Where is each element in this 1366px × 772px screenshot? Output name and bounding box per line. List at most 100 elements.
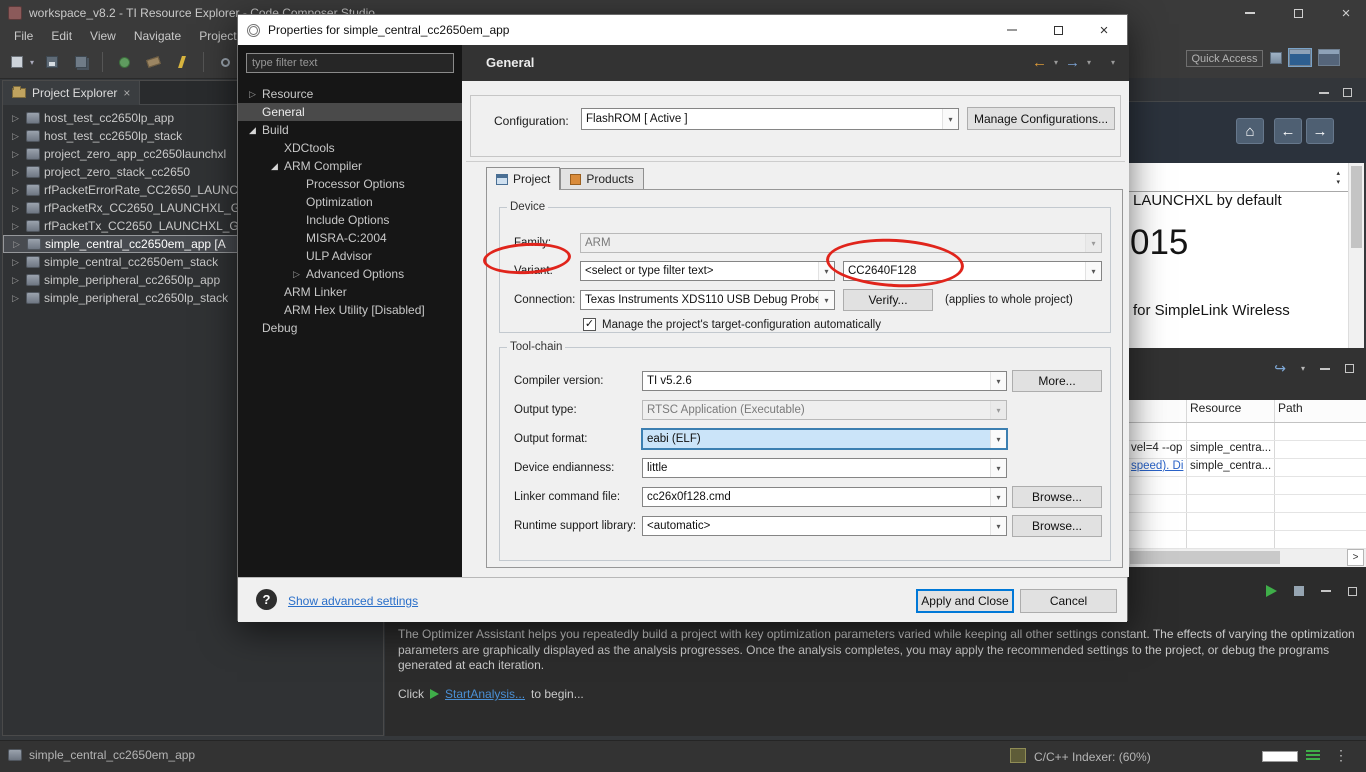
search-button[interactable] [214, 51, 236, 73]
compiler-version-button[interactable]: More... [1012, 370, 1102, 392]
nav-back-button[interactable]: ← [1274, 118, 1302, 144]
output-type-combo[interactable]: RTSC Application (Executable) ▾ [642, 400, 1007, 420]
variant-filter-combo[interactable]: <select or type filter text> ▾ [580, 261, 835, 281]
chevron-right-icon[interactable]: ▷ [9, 149, 22, 160]
menu-edit[interactable]: Edit [43, 28, 80, 44]
view-maximize-icon[interactable] [1345, 364, 1354, 373]
dialog-close-button[interactable]: × [1081, 15, 1127, 45]
window-minimize-button[interactable] [1232, 0, 1268, 26]
dialog-tree-item[interactable]: ARM Hex Utility [Disabled] [238, 301, 462, 319]
tab-project[interactable]: Project [486, 167, 561, 190]
back-icon[interactable]: ← [1032, 54, 1047, 71]
manage-configurations-button[interactable]: Manage Configurations... [967, 107, 1115, 130]
back-history-dropdown-icon[interactable]: ▾ [1054, 58, 1058, 67]
forward-icon[interactable]: → [1065, 54, 1080, 71]
view-menu-icon[interactable]: ▾ [1111, 58, 1115, 67]
runtime-support-library-button[interactable]: Browse... [1012, 515, 1102, 537]
export-icon[interactable]: ↪ [1274, 360, 1286, 377]
spinner-icon[interactable]: ▴ ▾ [1336, 169, 1340, 187]
cancel-button[interactable]: Cancel [1020, 589, 1117, 613]
scrollbar-thumb[interactable] [1130, 551, 1280, 564]
menu-navigate[interactable]: Navigate [126, 28, 189, 44]
stop-icon[interactable] [1294, 586, 1304, 596]
apply-and-close-button[interactable]: Apply and Close [916, 589, 1014, 613]
chevron-down-icon[interactable]: ▾ [990, 430, 1006, 448]
vertical-scrollbar[interactable] [1348, 163, 1364, 348]
dialog-maximize-button[interactable] [1035, 15, 1081, 45]
ccs-edit-perspective-icon[interactable] [1288, 48, 1312, 67]
chevron-down-icon[interactable]: ▾ [990, 372, 1006, 390]
linker-command-file-button[interactable]: Browse... [1012, 486, 1102, 508]
compiler-version-combo[interactable]: TI v5.2.6 ▾ [642, 371, 1007, 391]
start-analysis-link[interactable]: StartAnalysis... [445, 687, 525, 701]
play-icon[interactable] [1266, 585, 1277, 597]
chevron-right-icon[interactable]: ▷ [9, 167, 22, 178]
dialog-tree-item[interactable]: ULP Advisor [238, 247, 462, 265]
forward-history-dropdown-icon[interactable]: ▾ [1087, 58, 1091, 67]
dialog-tree-item[interactable]: Optimization [238, 193, 462, 211]
overflow-menu-icon[interactable]: ⋮ [1334, 747, 1348, 764]
scrollbar-thumb[interactable] [1351, 166, 1362, 248]
chevron-right-icon[interactable]: ▷ [9, 257, 22, 268]
chevron-down-icon[interactable]: ▾ [1085, 234, 1101, 252]
tree-expanded-icon[interactable]: ◢ [268, 161, 281, 172]
runtime-support-library-combo[interactable]: <automatic> ▾ [642, 516, 1007, 536]
chevron-down-icon[interactable]: ▾ [990, 488, 1006, 506]
dialog-tree-item[interactable]: ◢ Build [238, 121, 462, 139]
chevron-down-icon[interactable]: ▾ [818, 291, 834, 309]
configuration-combo[interactable]: FlashROM [ Active ] ▾ [581, 108, 959, 130]
linker-command-file-combo[interactable]: cc26x0f128.cmd ▾ [642, 487, 1007, 507]
open-perspective-icon[interactable] [1270, 51, 1282, 64]
dialog-tree-item[interactable]: ▷ Resource [238, 85, 462, 103]
view-maximize-icon[interactable] [1343, 88, 1352, 97]
dialog-tree-item[interactable]: General [238, 103, 462, 121]
chevron-right-icon[interactable]: ▷ [9, 275, 22, 286]
dialog-tree-item[interactable]: Processor Options [238, 175, 462, 193]
window-maximize-button[interactable] [1280, 0, 1316, 26]
tree-expanded-icon[interactable]: ◢ [246, 125, 259, 136]
dialog-tree-item[interactable]: Debug [238, 319, 462, 337]
dialog-minimize-button[interactable] [989, 15, 1035, 45]
chevron-right-icon[interactable]: ▷ [9, 131, 22, 142]
debug-button[interactable] [113, 51, 135, 73]
dialog-tree-item[interactable]: ◢ ARM Compiler [238, 157, 462, 175]
nav-forward-button[interactable]: → [1306, 118, 1334, 144]
window-close-button[interactable]: × [1328, 0, 1364, 26]
column-header[interactable]: Path [1275, 400, 1366, 422]
view-minimize-icon[interactable] [1319, 91, 1329, 94]
chevron-down-icon[interactable]: ▾ [1301, 364, 1305, 373]
chevron-down-icon[interactable]: ▾ [990, 459, 1006, 477]
chevron-right-icon[interactable]: ▷ [9, 203, 22, 214]
new-button[interactable] [6, 51, 28, 73]
spinner-up-icon[interactable]: ▴ [1336, 169, 1340, 178]
dialog-tree-item[interactable]: ARM Linker [238, 283, 462, 301]
show-advanced-settings-link[interactable]: Show advanced settings [288, 594, 418, 608]
view-maximize-icon[interactable] [1348, 586, 1357, 596]
chevron-right-icon[interactable]: ▷ [9, 185, 22, 196]
device-endianness-combo[interactable]: little ▾ [642, 458, 1007, 478]
ccs-debug-perspective-icon[interactable] [1318, 49, 1340, 66]
dialog-tree-item[interactable]: ▷ Advanced Options [238, 265, 462, 283]
flash-button[interactable] [171, 51, 193, 73]
chevron-down-icon[interactable]: ▾ [30, 58, 34, 67]
verify-button[interactable]: Verify... [843, 289, 933, 311]
horizontal-scrollbar[interactable]: > [1128, 549, 1366, 567]
chevron-down-icon[interactable]: ▾ [942, 109, 958, 129]
dialog-tree-item[interactable]: XDCtools [238, 139, 462, 157]
manage-target-checkbox[interactable]: ✓ [583, 318, 596, 331]
view-minimize-icon[interactable] [1321, 590, 1331, 592]
chevron-right-icon[interactable]: ▷ [9, 293, 22, 304]
dialog-tree-item[interactable]: Include Options [238, 211, 462, 229]
tree-collapsed-icon[interactable]: ▷ [246, 89, 259, 100]
chevron-right-icon[interactable]: ▷ [10, 239, 23, 250]
connection-combo[interactable]: Texas Instruments XDS110 USB Debug Probe… [580, 290, 835, 310]
output-format-combo[interactable]: eabi (ELF) ▾ [641, 428, 1008, 450]
menu-view[interactable]: View [82, 28, 124, 44]
tab-project-explorer[interactable]: Project Explorer × [3, 81, 141, 105]
build-button[interactable] [142, 51, 164, 73]
chevron-right-icon[interactable]: ▷ [9, 113, 22, 124]
menu-file[interactable]: File [6, 28, 41, 44]
dialog-tree-item[interactable]: MISRA-C:2004 [238, 229, 462, 247]
tree-collapsed-icon[interactable]: ▷ [290, 269, 303, 280]
tab-products[interactable]: Products [560, 168, 644, 190]
